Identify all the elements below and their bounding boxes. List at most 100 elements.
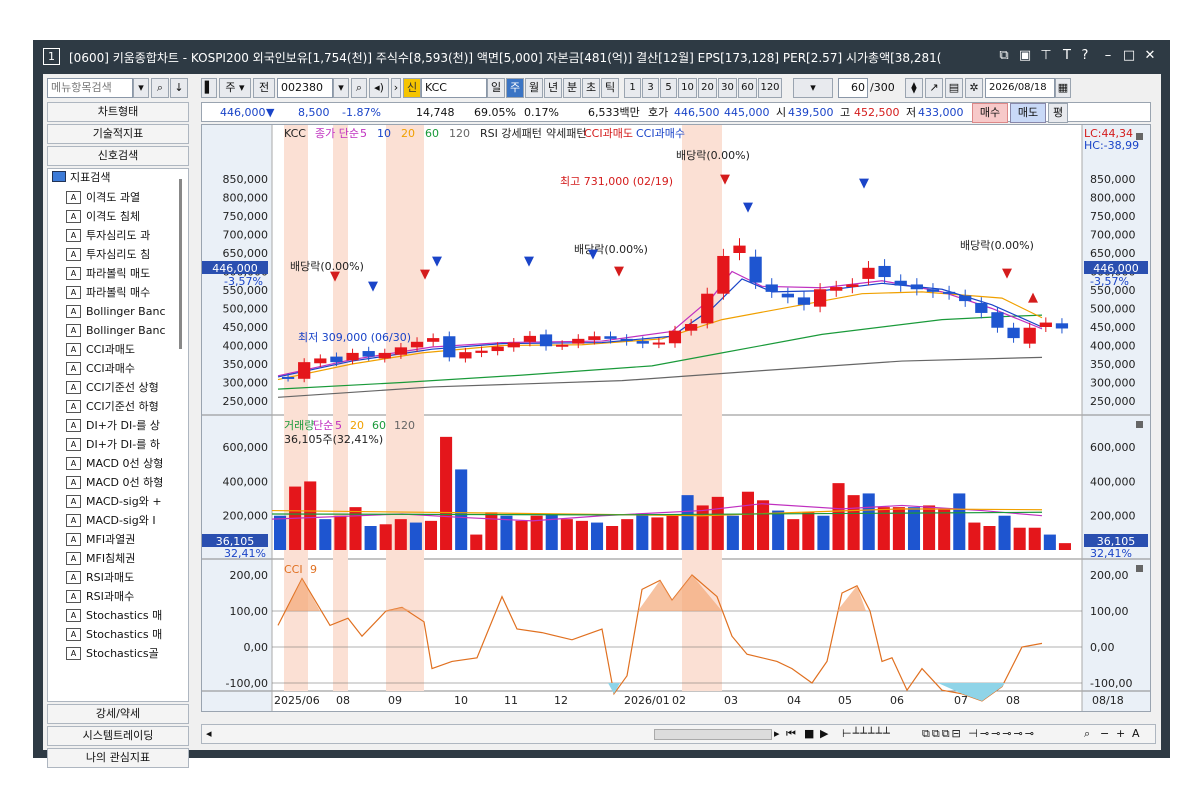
period-5[interactable]: 초: [582, 78, 600, 98]
indicator-item[interactable]: Bollinger Banc: [86, 322, 174, 340]
scroll-right-icon[interactable]: ▸: [774, 727, 780, 740]
stock-code-input[interactable]: 002380: [277, 78, 333, 98]
indicator-item[interactable]: CCI과매도: [86, 341, 174, 359]
legend-item[interactable]: KCC: [284, 127, 306, 140]
menu-search-dropdown-icon[interactable]: ▾: [133, 78, 149, 98]
chart-area[interactable]: 850,000 850,000 800,000 800,000 750,000 750,0…: [201, 124, 1151, 712]
screen-number[interactable]: 1: [43, 48, 60, 65]
indicator-item[interactable]: RSI과매수: [86, 588, 174, 606]
indicator-item[interactable]: Stochastics 매: [86, 626, 174, 644]
interval-30[interactable]: 30: [718, 78, 737, 98]
maximize-icon[interactable]: □: [1120, 48, 1138, 63]
legend-item[interactable]: 20: [401, 127, 415, 140]
stop-icon[interactable]: ■: [804, 727, 814, 740]
indicator-item[interactable]: DI+가 DI-를 하: [86, 436, 174, 454]
strength-header[interactable]: 강세/약세: [47, 704, 189, 724]
text-icon[interactable]: A: [1132, 727, 1140, 740]
indicator-item[interactable]: CCI기준선 하형: [86, 398, 174, 416]
volume-legend-item[interactable]: 거래량: [284, 419, 314, 432]
volume-legend-item[interactable]: 60: [372, 419, 386, 432]
interval-1[interactable]: 1: [624, 78, 641, 98]
indicator-item[interactable]: MACD 0선 하형: [86, 474, 174, 492]
interval-60[interactable]: 60: [738, 78, 757, 98]
toolbar-toggle-icon[interactable]: ▌: [201, 78, 217, 98]
legend-item[interactable]: 10: [377, 127, 391, 140]
legend-item[interactable]: 약세패턴: [546, 126, 586, 140]
gear-icon[interactable]: ✲: [965, 78, 983, 98]
draw-tool-icon[interactable]: ↗: [925, 78, 943, 98]
scroll-left-icon[interactable]: ◂: [206, 727, 212, 740]
prev-button[interactable]: 전: [253, 78, 275, 98]
indicator-item[interactable]: MACD 0선 상형: [86, 455, 174, 473]
indicator-item[interactable]: 파라볼릭 매수: [86, 284, 174, 302]
period-3[interactable]: 년: [544, 78, 562, 98]
zoom-icon[interactable]: ⌕: [1084, 727, 1090, 741]
unit-select[interactable]: ▾: [793, 78, 833, 98]
volume-legend-item[interactable]: 120: [394, 419, 415, 432]
interval-5[interactable]: 5: [660, 78, 677, 98]
cci-legend[interactable]: CCI: [284, 563, 303, 576]
tree-root-label[interactable]: 지표검색: [70, 169, 110, 186]
interval-10[interactable]: 10: [678, 78, 697, 98]
interval-20[interactable]: 20: [698, 78, 717, 98]
volume-legend-item[interactable]: 20: [350, 419, 364, 432]
code-search-icon[interactable]: ⌕: [351, 78, 367, 98]
indicator-item[interactable]: DI+가 DI-를 상: [86, 417, 174, 435]
pane-close-icon[interactable]: [1136, 133, 1143, 140]
legend-item[interactable]: 60: [425, 127, 439, 140]
indicator-item[interactable]: Bollinger Banc: [86, 303, 174, 321]
indicator-item[interactable]: CCI기준선 상형: [86, 379, 174, 397]
close-icon[interactable]: ✕: [1141, 48, 1159, 63]
indicator-item[interactable]: 이격도 침체: [86, 208, 174, 226]
legend-item[interactable]: 5: [360, 127, 367, 140]
speaker-icon[interactable]: ◂): [369, 78, 389, 98]
eval-button[interactable]: 평: [1048, 103, 1068, 123]
interval-120[interactable]: 120: [758, 78, 782, 98]
indicator-item[interactable]: MFI과열권: [86, 531, 174, 549]
period-2[interactable]: 월: [525, 78, 543, 98]
legend-item[interactable]: CCI과매도: [584, 127, 633, 140]
indicator-item[interactable]: 투자심리도 과: [86, 227, 174, 245]
period-select[interactable]: 주 ▾: [219, 78, 251, 98]
date-input[interactable]: 2026/08/18: [985, 78, 1055, 98]
indicator-item[interactable]: CCI과매수: [86, 360, 174, 378]
legend-item[interactable]: 120: [449, 127, 470, 140]
tree-scrollbar[interactable]: [179, 179, 182, 349]
arrow-icon[interactable]: ›: [391, 78, 401, 98]
indicator-item[interactable]: MACD-sig와 +: [86, 493, 174, 511]
save-icon[interactable]: ▤: [945, 78, 963, 98]
volume-legend-item[interactable]: 5: [335, 419, 342, 432]
window-copy-icon[interactable]: ▣: [1016, 48, 1034, 63]
window-link-icon[interactable]: ⧉: [995, 48, 1013, 63]
font-icon[interactable]: T: [1058, 48, 1076, 63]
volume-legend-item[interactable]: 단순: [313, 419, 333, 432]
rewind-icon[interactable]: ⏮: [786, 727, 796, 741]
period-1[interactable]: 주: [506, 78, 524, 98]
minimize-icon[interactable]: –: [1099, 48, 1117, 63]
code-dropdown-icon[interactable]: ▾: [333, 78, 349, 98]
new-badge[interactable]: 신: [403, 78, 421, 98]
pin-icon[interactable]: ⊤: [1037, 48, 1055, 63]
tech-indicator-header[interactable]: 기술적지표: [47, 124, 189, 144]
sell-button[interactable]: 매도: [1010, 103, 1046, 123]
buy-button[interactable]: 매수: [972, 103, 1008, 123]
play-icon[interactable]: ▶: [820, 727, 828, 740]
indicator-item[interactable]: Stochastics골: [86, 645, 174, 663]
indicator-item[interactable]: MFI침체권: [86, 550, 174, 568]
search-icon[interactable]: ⌕: [151, 78, 169, 98]
period-6[interactable]: 틱: [601, 78, 619, 98]
zoom-out-icon[interactable]: −: [1100, 727, 1109, 740]
pane-close-icon[interactable]: [1136, 421, 1143, 428]
indicator-item[interactable]: 투자심리도 침: [86, 246, 174, 264]
legend-item[interactable]: 종가 단순: [315, 127, 359, 140]
legend-item[interactable]: RSI 강세패턴: [480, 127, 542, 140]
indicator-item[interactable]: MACD-sig와 I: [86, 512, 174, 530]
zoom-in-icon[interactable]: +: [1116, 727, 1125, 740]
layout-icons[interactable]: ⧉⧉⧉⊟ ⊣⊸⊸⊸⊸⊸: [922, 727, 1036, 741]
pane-close-icon[interactable]: [1136, 565, 1143, 572]
chart-type-header[interactable]: 차트형태: [47, 102, 189, 122]
count-input[interactable]: 60: [838, 78, 868, 98]
scroll-thumb[interactable]: [654, 729, 772, 740]
calendar-icon[interactable]: ▦: [1055, 78, 1071, 98]
zoom-slider[interactable]: ⊢┴┴┴┴┴: [842, 727, 891, 740]
